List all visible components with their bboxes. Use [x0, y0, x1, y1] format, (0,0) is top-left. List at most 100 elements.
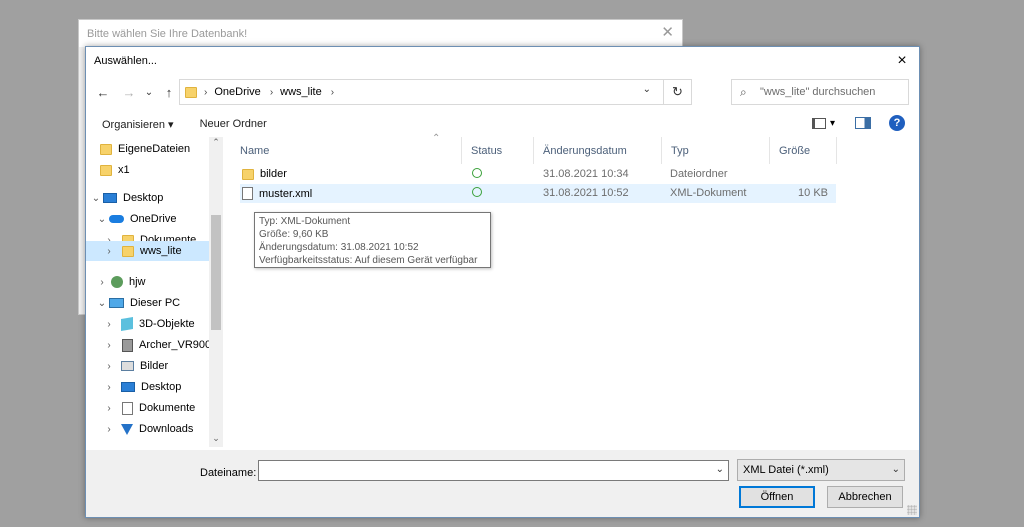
- scroll-up-icon[interactable]: ⌃: [209, 137, 223, 151]
- chevron-right-icon[interactable]: ›: [102, 424, 116, 435]
- breadcrumb-separator-icon[interactable]: ›: [204, 87, 207, 98]
- breadcrumb-separator-icon[interactable]: ›: [331, 87, 334, 98]
- file-type: XML-Dokument: [670, 187, 747, 199]
- filename-field[interactable]: ⌄: [258, 460, 729, 481]
- nav-item-archer[interactable]: › Archer_VR900v: [102, 335, 217, 355]
- breadcrumb-item-wws-lite[interactable]: wws_lite: [280, 86, 322, 98]
- folder-icon: [100, 143, 112, 155]
- organize-button[interactable]: Organisieren ▾: [102, 118, 174, 131]
- column-header-name[interactable]: Name: [232, 137, 462, 164]
- new-folder-button[interactable]: Neuer Ordner: [200, 118, 267, 130]
- column-header-type[interactable]: Typ: [663, 137, 770, 164]
- nav-item-dieser-pc[interactable]: ⌄ Dieser PC: [95, 293, 180, 313]
- nav-item-label: Dieser PC: [130, 297, 181, 309]
- nav-item-bilder[interactable]: › Bilder: [102, 356, 168, 376]
- nav-item-wws-lite[interactable]: › wws_lite: [86, 241, 209, 261]
- sync-status-icon: [472, 187, 482, 200]
- chevron-right-icon[interactable]: ›: [102, 319, 116, 330]
- command-toolbar: Organisieren ▾ Neuer Ordner ▾ ?: [86, 111, 919, 137]
- back-arrow-icon[interactable]: ←: [94, 81, 112, 103]
- nav-item-label: Desktop: [141, 381, 182, 393]
- column-header-size[interactable]: Größe: [771, 137, 837, 164]
- device-icon: [122, 338, 133, 352]
- nav-item-x1[interactable]: x1: [100, 160, 130, 180]
- dialog-titlebar: Auswählen... ×: [86, 47, 919, 75]
- nav-item-label: Downloads: [139, 423, 194, 435]
- pc-icon: [109, 298, 124, 308]
- documents-icon: [122, 401, 133, 415]
- nav-item-label: Archer_VR900v: [139, 339, 217, 351]
- breadcrumb-separator-icon[interactable]: ›: [270, 87, 273, 98]
- column-header-status[interactable]: Status: [463, 137, 534, 164]
- address-bar[interactable]: › OneDrive › wws_lite › ⌄ ↻: [179, 79, 692, 105]
- chevron-right-icon[interactable]: ›: [102, 340, 116, 351]
- downloads-icon: [121, 423, 133, 435]
- up-arrow-icon[interactable]: ↑: [160, 81, 178, 103]
- nav-item-3d-objekte[interactable]: › 3D-Objekte: [102, 314, 195, 334]
- nav-item-onedrive[interactable]: ⌄ OneDrive: [95, 209, 177, 229]
- folder-icon: [100, 164, 112, 176]
- chevron-right-icon[interactable]: ›: [102, 382, 116, 393]
- tooltip-line: Änderungsdatum: 31.08.2021 10:52: [259, 242, 419, 253]
- nav-item-desktop[interactable]: › Desktop: [102, 377, 181, 397]
- forward-arrow-icon[interactable]: →: [120, 81, 138, 103]
- recent-locations-chevron-icon[interactable]: ⌄: [140, 81, 158, 103]
- navigation-bar: ← → ⌄ ↑ › OneDrive › wws_lite › ⌄ ↻ ⌕ "w…: [86, 75, 919, 109]
- nav-item-label: EigeneDateien: [118, 143, 191, 155]
- filetype-select[interactable]: XML Datei (*.xml) ⌄: [737, 459, 905, 481]
- chevron-right-icon[interactable]: ›: [102, 246, 116, 257]
- nav-item-label: OneDrive: [130, 213, 177, 225]
- table-row[interactable]: muster.xml 31.08.2021 10:52 XML-Dokument…: [240, 184, 836, 203]
- filetype-value: XML Datei (*.xml): [743, 464, 829, 476]
- column-header-date[interactable]: Änderungsdatum: [535, 137, 662, 164]
- navigation-pane-scrollbar[interactable]: ⌃ ⌄: [209, 137, 223, 447]
- help-icon[interactable]: ?: [889, 115, 905, 131]
- scrollbar-thumb[interactable]: [211, 215, 221, 330]
- navigation-pane: EigeneDateien x1 ⌄ Desktop ⌄ OneDrive › …: [86, 137, 223, 447]
- nav-item-label: Dokumente: [139, 402, 196, 414]
- chevron-down-icon[interactable]: ⌄: [716, 464, 724, 475]
- file-date: 31.08.2021 10:34: [543, 168, 629, 180]
- chevron-right-icon[interactable]: ›: [102, 403, 116, 414]
- view-options-icon[interactable]: [811, 117, 826, 129]
- nav-item-downloads[interactable]: › Downloads: [102, 419, 193, 439]
- open-button[interactable]: Öffnen: [739, 486, 815, 508]
- chevron-down-icon[interactable]: ⌄: [89, 193, 103, 204]
- chevron-down-icon[interactable]: ⌄: [95, 298, 109, 309]
- nav-item-dokumente[interactable]: › Dokumente: [102, 398, 195, 418]
- onedrive-icon: [109, 215, 124, 223]
- desktop-icon: [103, 193, 117, 203]
- pictures-icon: [121, 361, 134, 371]
- breadcrumb-item-onedrive[interactable]: OneDrive: [214, 86, 260, 98]
- file-open-dialog: Auswählen... × ← → ⌄ ↑ › OneDrive › wws_…: [85, 46, 920, 518]
- nav-item-label: hjw: [129, 276, 146, 288]
- scroll-down-icon[interactable]: ⌄: [209, 433, 223, 447]
- nav-item-hjw[interactable]: › hjw: [95, 272, 146, 292]
- nav-item-desktop-root[interactable]: ⌄ Desktop: [89, 188, 164, 208]
- background-close-icon[interactable]: ✕: [661, 25, 674, 40]
- refresh-icon[interactable]: ↻: [663, 80, 691, 104]
- column-header-label: Größe: [779, 144, 811, 157]
- preview-pane-icon[interactable]: [855, 117, 871, 129]
- nav-item-eigenedateien[interactable]: EigeneDateien: [100, 139, 190, 159]
- chevron-down-icon[interactable]: ⌄: [95, 214, 109, 225]
- chevron-down-icon[interactable]: ⌄: [892, 464, 900, 475]
- view-options-chevron-icon[interactable]: ▾: [830, 118, 835, 129]
- dialog-title: Auswählen...: [94, 55, 157, 67]
- resize-grip[interactable]: [907, 505, 917, 515]
- folder-icon: [185, 86, 197, 98]
- column-header-label: Status: [471, 144, 503, 157]
- background-dialog-title: Bitte wählen Sie Ihre Datenbank!: [87, 27, 248, 40]
- search-input[interactable]: "wws_lite" durchsuchen: [760, 86, 875, 98]
- search-box[interactable]: ⌕ "wws_lite" durchsuchen: [731, 79, 909, 105]
- folder-icon: [242, 168, 254, 180]
- address-dropdown-chevron-icon[interactable]: ⌄: [643, 84, 651, 95]
- file-type: Dateiordner: [670, 168, 728, 180]
- file-list: ⌃ Name Status Änderungsdatum Typ Größe b…: [232, 133, 920, 447]
- table-row[interactable]: bilder 31.08.2021 10:34 Dateiordner: [240, 165, 836, 184]
- close-icon[interactable]: ×: [891, 50, 913, 72]
- sync-status-icon: [472, 168, 482, 181]
- chevron-right-icon[interactable]: ›: [95, 277, 109, 288]
- cancel-button[interactable]: Abbrechen: [827, 486, 903, 508]
- chevron-right-icon[interactable]: ›: [102, 361, 116, 372]
